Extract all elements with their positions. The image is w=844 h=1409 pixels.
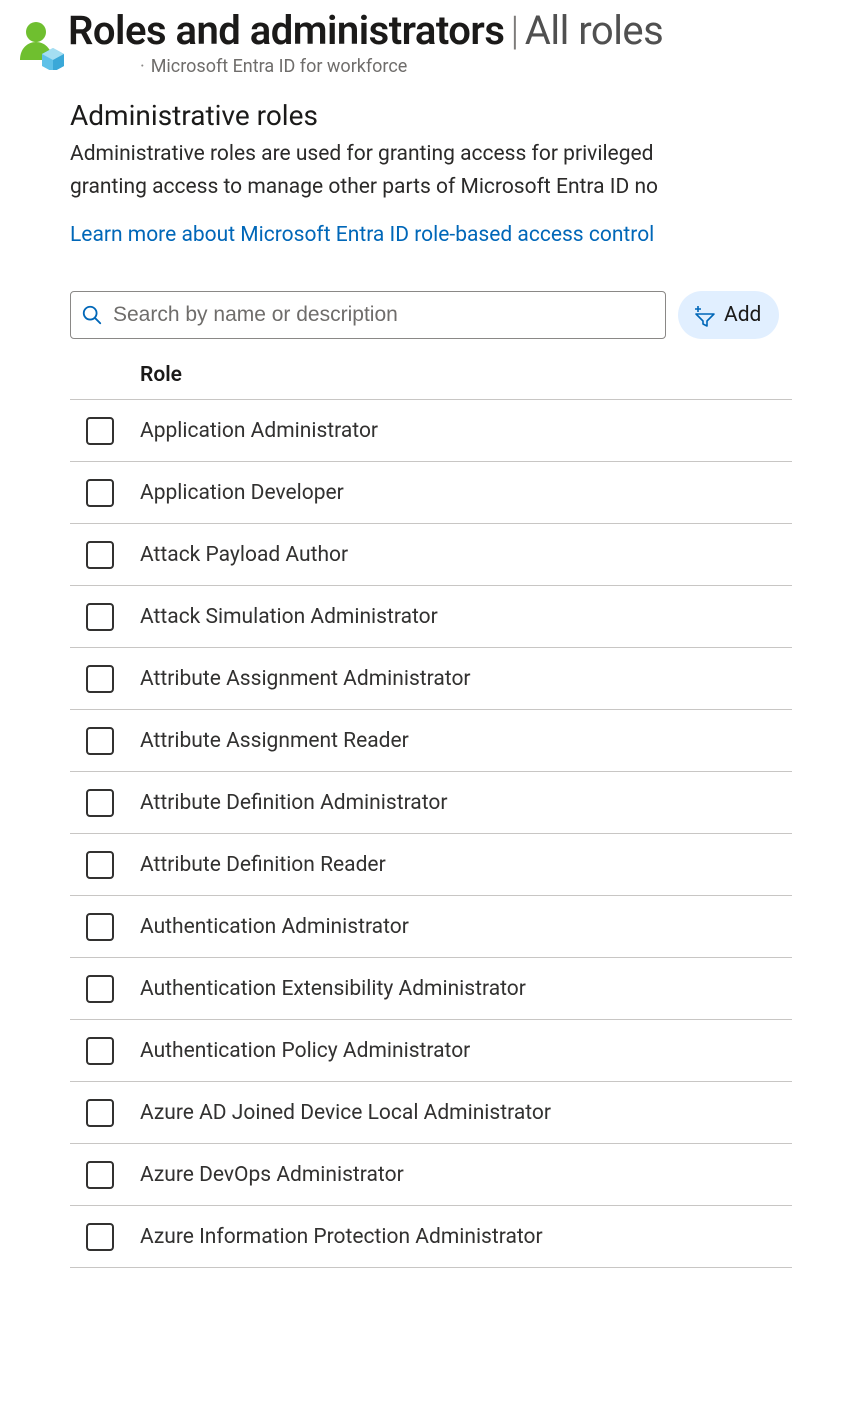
add-filter-button[interactable]: Add [678, 291, 779, 339]
page-header: Roles and administrators|All roles ·Micr… [0, 0, 844, 77]
search-icon [81, 304, 103, 326]
title-main: Roles and administrators [68, 8, 504, 54]
role-name[interactable]: Attribute Definition Reader [140, 853, 386, 877]
table-row[interactable]: Authentication Policy Administrator [70, 1020, 792, 1082]
role-name[interactable]: Attack Payload Author [140, 543, 348, 567]
learn-more-link[interactable]: Learn more about Microsoft Entra ID role… [70, 223, 654, 247]
search-box[interactable] [70, 291, 666, 339]
table-row[interactable]: Authentication Administrator [70, 896, 792, 958]
table-row[interactable]: Attribute Assignment Administrator [70, 648, 792, 710]
role-name[interactable]: Authentication Policy Administrator [140, 1039, 470, 1063]
search-input[interactable] [111, 302, 655, 328]
title-separator: | [504, 8, 524, 54]
role-name[interactable]: Attack Simulation Administrator [140, 605, 438, 629]
role-name[interactable]: Attribute Definition Administrator [140, 791, 447, 815]
row-checkbox[interactable] [86, 541, 114, 569]
role-name[interactable]: Application Developer [140, 481, 344, 505]
role-name[interactable]: Attribute Assignment Reader [140, 729, 409, 753]
row-checkbox[interactable] [86, 665, 114, 693]
table-row[interactable]: Attribute Assignment Reader [70, 710, 792, 772]
row-checkbox[interactable] [86, 1099, 114, 1127]
filter-add-icon [692, 303, 716, 327]
role-name[interactable]: Attribute Assignment Administrator [140, 667, 471, 691]
row-checkbox[interactable] [86, 789, 114, 817]
row-checkbox[interactable] [86, 1161, 114, 1189]
table-row[interactable]: Application Administrator [70, 400, 792, 462]
title-context: All roles [525, 8, 664, 54]
role-name[interactable]: Azure Information Protection Administrat… [140, 1225, 543, 1249]
table-row[interactable]: Attack Simulation Administrator [70, 586, 792, 648]
section-description: Administrative roles are used for granti… [70, 138, 844, 203]
role-name[interactable]: Authentication Extensibility Administrat… [140, 977, 526, 1001]
row-checkbox[interactable] [86, 913, 114, 941]
role-name[interactable]: Azure DevOps Administrator [140, 1163, 404, 1187]
table-row[interactable]: Azure AD Joined Device Local Administrat… [70, 1082, 792, 1144]
row-checkbox[interactable] [86, 417, 114, 445]
role-name[interactable]: Application Administrator [140, 419, 378, 443]
table-row[interactable]: Azure Information Protection Administrat… [70, 1206, 792, 1268]
column-role: Role [140, 363, 182, 387]
row-checkbox[interactable] [86, 851, 114, 879]
table-row[interactable]: Attribute Definition Administrator [70, 772, 792, 834]
breadcrumb: ·Microsoft Entra ID for workforce [68, 56, 844, 77]
row-checkbox[interactable] [86, 975, 114, 1003]
roles-icon [14, 8, 68, 74]
row-checkbox[interactable] [86, 1223, 114, 1251]
row-checkbox[interactable] [86, 479, 114, 507]
page-title: Roles and administrators|All roles [68, 8, 844, 54]
table-header: Role [70, 363, 792, 400]
row-checkbox[interactable] [86, 1037, 114, 1065]
table-row[interactable]: Azure DevOps Administrator [70, 1144, 792, 1206]
table-row[interactable]: Authentication Extensibility Administrat… [70, 958, 792, 1020]
table-row[interactable]: Attribute Definition Reader [70, 834, 792, 896]
table-row[interactable]: Application Developer [70, 462, 792, 524]
row-checkbox[interactable] [86, 603, 114, 631]
add-filter-label: Add [724, 303, 761, 327]
role-name[interactable]: Authentication Administrator [140, 915, 409, 939]
role-name[interactable]: Azure AD Joined Device Local Administrat… [140, 1101, 551, 1125]
row-checkbox[interactable] [86, 727, 114, 755]
roles-table: Role Application Administrator Applicatio… [70, 363, 792, 1268]
table-row[interactable]: Attack Payload Author [70, 524, 792, 586]
section-heading: Administrative roles [70, 99, 844, 132]
tenant-label: Microsoft Entra ID for workforce [151, 56, 408, 77]
